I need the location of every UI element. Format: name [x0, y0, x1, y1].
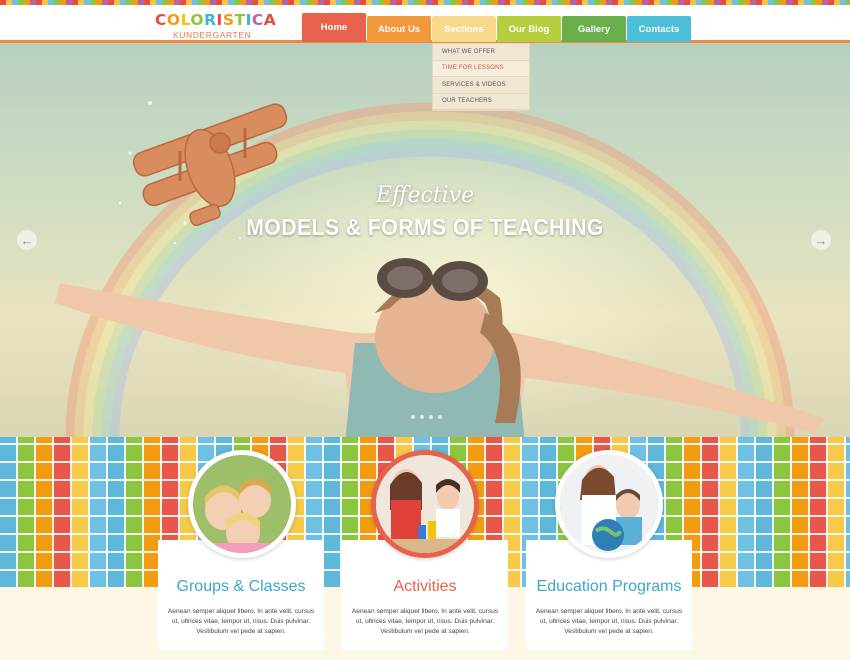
arrow-right-icon[interactable]: → [811, 230, 831, 250]
card-text: Aenean semper aliquet libero. In ante ve… [535, 608, 683, 635]
card-text: Aenean semper aliquet libero. In ante ve… [351, 608, 499, 635]
nav-item-our-blog[interactable]: Our Blog [497, 16, 561, 42]
card-title: Education Programs [536, 578, 682, 595]
slider-pagination [411, 415, 442, 419]
logo-letter: T [234, 11, 246, 29]
slider-dot[interactable] [411, 415, 415, 419]
nav-label: Our Blog [508, 23, 550, 35]
dropdown-item-services-videos[interactable]: SERVICES & VIDEOS [433, 77, 529, 94]
slider-dot[interactable] [429, 415, 433, 419]
logo-letter: O [166, 11, 181, 29]
slider-dot[interactable] [420, 415, 424, 419]
nav-item-about-us[interactable]: About Us [367, 16, 431, 42]
activities-photo [371, 450, 479, 558]
logo-letter: R [204, 11, 217, 29]
logo-letter: A [263, 11, 277, 29]
page: COLORISTICA KUNDERGARTEN Home About Us S… [0, 0, 850, 660]
nav-label: Sections [444, 23, 484, 35]
card-title: Groups & Classes [176, 578, 306, 595]
child-pilot-image [55, 258, 825, 437]
sections-dropdown-menu: WHAT WE OFFER TIME FOR LESSONS SERVICES … [432, 43, 530, 111]
logo-title: COLORISTICA [155, 11, 276, 29]
logo[interactable]: COLORISTICA KUNDERGARTEN [155, 11, 276, 41]
dropdown-item-what-we-offer[interactable]: WHAT WE OFFER [433, 44, 529, 61]
groups-photo [188, 450, 296, 558]
slider-dot[interactable] [438, 415, 442, 419]
logo-letter: S [222, 11, 235, 29]
education-photo [555, 450, 663, 558]
card-text: Aenean semper aliquet libero. In ante ve… [167, 608, 315, 635]
arrow-left-icon[interactable]: ← [17, 230, 37, 250]
logo-subtitle: KUNDERGARTEN [173, 30, 252, 40]
logo-letter: O [190, 11, 205, 29]
hero-script-text: Effective [375, 183, 475, 208]
dropdown-item-time-for-lessons[interactable]: TIME FOR LESSONS [433, 60, 529, 77]
nav-item-sections[interactable]: Sections [432, 16, 496, 42]
logo-letter: C [251, 11, 264, 29]
nav-item-home[interactable]: Home [302, 13, 366, 42]
nav-item-contacts[interactable]: Contacts [627, 16, 691, 42]
nav-label: Home [320, 22, 348, 33]
hero-slider: Effective MODELS & FORMS OF TEACHING ← → [0, 43, 850, 437]
logo-letter: L [180, 11, 191, 29]
card-title: Activities [393, 578, 457, 595]
nav-label: Contacts [638, 23, 680, 35]
hero-title: MODELS & FORMS OF TEACHING [246, 214, 604, 240]
dropdown-item-our-teachers[interactable]: OUR TEACHERS [433, 94, 529, 110]
nav-item-gallery[interactable]: Gallery [562, 16, 626, 42]
logo-letter: C [155, 11, 167, 29]
nav-label: About Us [377, 23, 421, 35]
nav-label: Gallery [577, 23, 611, 35]
